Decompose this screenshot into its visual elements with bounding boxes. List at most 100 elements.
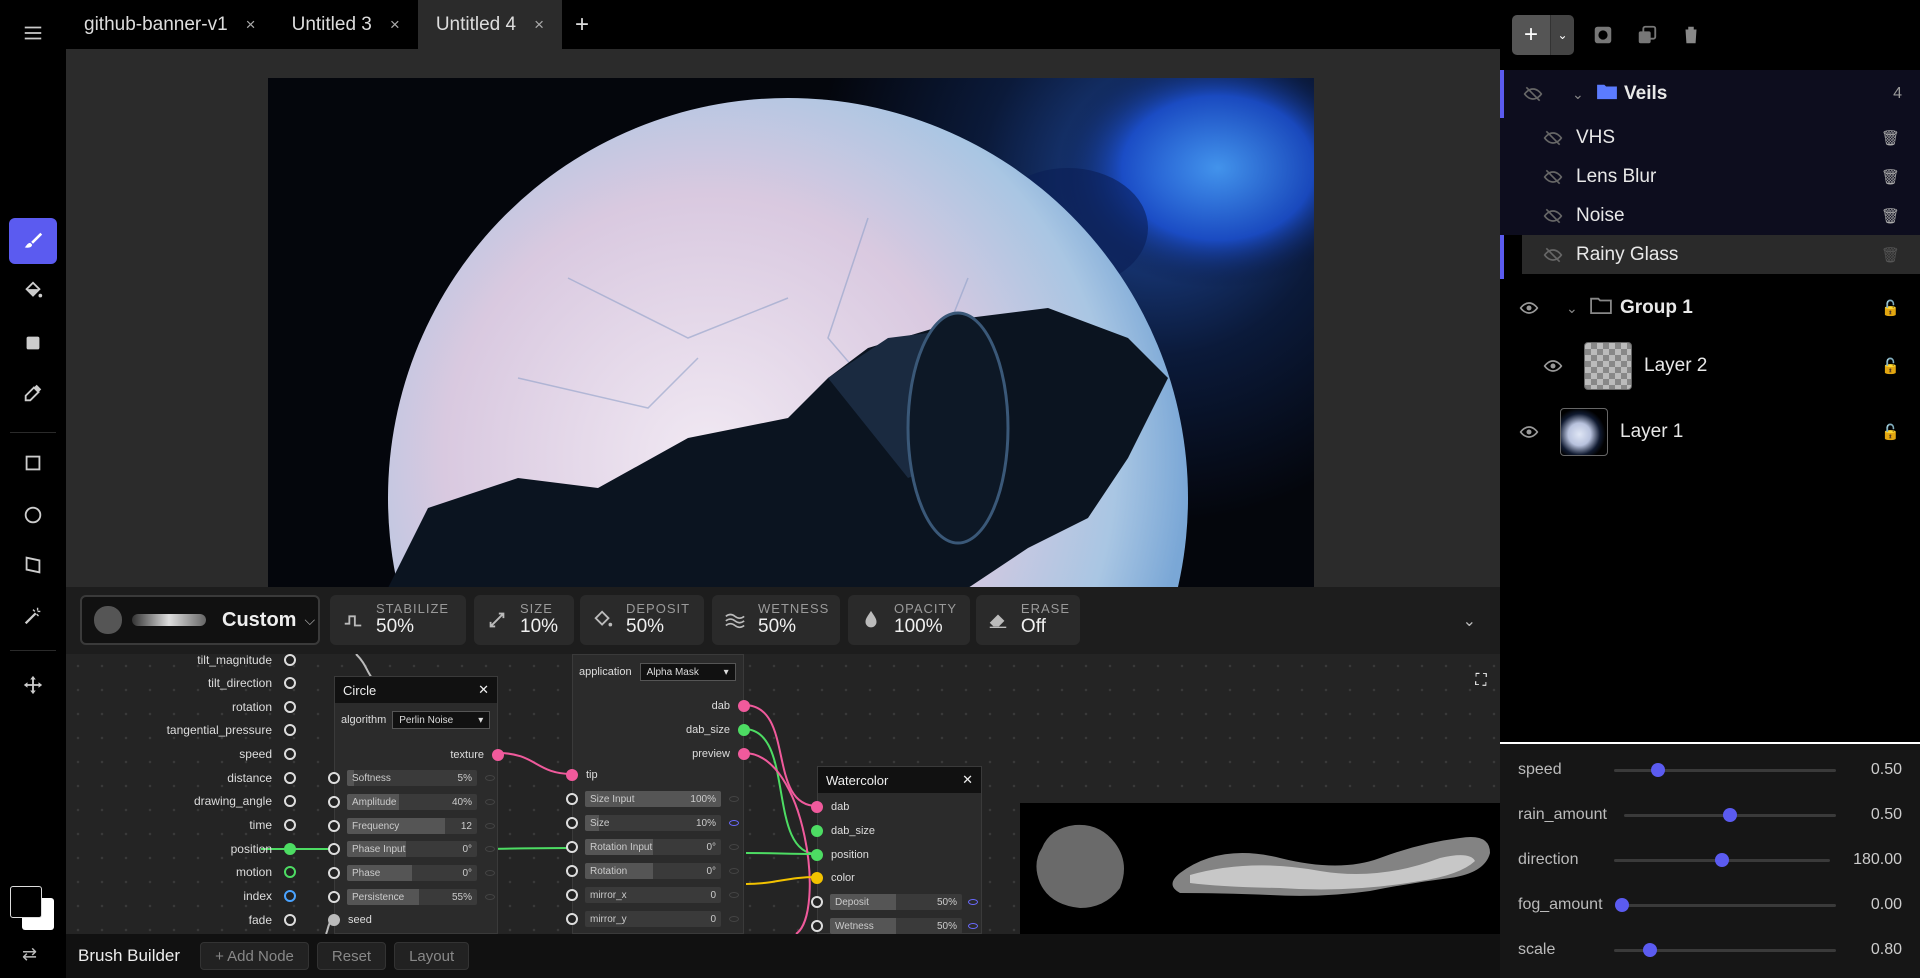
dab-input-port[interactable] xyxy=(811,801,823,813)
slider-knob[interactable] xyxy=(1615,898,1629,912)
output-port[interactable] xyxy=(284,748,296,760)
close-icon[interactable]: × xyxy=(390,15,400,35)
slider-knob[interactable] xyxy=(1723,808,1737,822)
layer-2[interactable]: Layer 2 🔓 xyxy=(1500,336,1920,396)
layer-rainy-glass[interactable]: Rainy Glass 🗑 xyxy=(1522,235,1920,274)
amplitude-field[interactable]: Amplitude 40% xyxy=(347,794,477,810)
eye-icon[interactable] xyxy=(485,846,495,852)
layer-noise[interactable]: Noise 🗑 xyxy=(1500,196,1920,235)
layer-vhs[interactable]: VHS 🗑 xyxy=(1500,118,1920,157)
add-node-button[interactable]: + Add Node xyxy=(200,942,309,970)
input-port[interactable] xyxy=(328,914,340,926)
input-port[interactable] xyxy=(328,843,340,855)
opacity-control[interactable]: OPACITY 100% xyxy=(848,595,970,645)
layout-button[interactable]: Layout xyxy=(394,942,470,970)
output-port[interactable] xyxy=(284,890,296,902)
unlock-icon[interactable]: 🔓 xyxy=(1881,357,1900,375)
fullscreen-icon[interactable]: ⛶ xyxy=(1466,666,1496,696)
close-icon[interactable]: ✕ xyxy=(962,772,973,788)
output-port[interactable] xyxy=(284,724,296,736)
eye-icon[interactable] xyxy=(485,870,495,876)
node-editor[interactable]: tilt_magnitude tilt_direction rotation t… xyxy=(66,654,1500,934)
duplicate-icon[interactable] xyxy=(1632,20,1662,50)
eye-icon[interactable] xyxy=(485,823,495,829)
new-tab-button[interactable]: + xyxy=(562,0,602,49)
menu-icon[interactable] xyxy=(9,10,57,56)
eye-off-icon[interactable] xyxy=(1542,127,1564,149)
wetness-field[interactable]: Wetness 50% xyxy=(830,918,962,934)
property-track[interactable] xyxy=(1622,904,1836,907)
move-icon[interactable] xyxy=(9,662,57,708)
input-port[interactable] xyxy=(566,841,578,853)
trash-icon[interactable]: 🗑 xyxy=(1881,129,1900,147)
softness-field[interactable]: Softness 5% xyxy=(347,770,477,786)
close-icon[interactable]: × xyxy=(246,15,256,35)
texture-output-port[interactable] xyxy=(492,749,504,761)
stabilize-control[interactable]: STABILIZE 50% xyxy=(330,595,466,645)
layer-1[interactable]: Layer 1 🔓 xyxy=(1500,402,1920,462)
trash-icon[interactable]: 🗑 xyxy=(1881,246,1900,264)
fill-bucket-icon[interactable] xyxy=(9,268,57,314)
eye-off-icon[interactable] xyxy=(1542,205,1564,227)
close-icon[interactable]: × xyxy=(534,15,544,35)
input-port[interactable] xyxy=(566,865,578,877)
eye-icon[interactable] xyxy=(729,796,739,802)
trash-icon[interactable] xyxy=(1676,20,1706,50)
output-port[interactable] xyxy=(284,677,296,689)
eye-icon[interactable] xyxy=(729,844,739,850)
deposit-field[interactable]: Deposit 50% xyxy=(830,894,962,910)
erase-control[interactable]: ERASE Off xyxy=(976,595,1080,645)
eye-off-icon[interactable] xyxy=(1542,166,1564,188)
chevron-down-icon[interactable]: ⌄ xyxy=(1463,611,1476,631)
tip-input-port[interactable] xyxy=(566,769,578,781)
chevron-down-icon[interactable]: ⌄ xyxy=(1566,300,1578,317)
size-field[interactable]: Size 10% xyxy=(585,815,721,831)
eye-icon[interactable] xyxy=(729,892,739,898)
output-port[interactable] xyxy=(284,654,296,666)
persistence-field[interactable]: Persistence 55% xyxy=(347,889,477,905)
size-input-field[interactable]: Size Input 100% xyxy=(585,791,721,807)
chevron-down-icon[interactable]: ⌄ xyxy=(1550,15,1574,55)
eye-icon[interactable] xyxy=(485,775,495,781)
brush-icon[interactable] xyxy=(9,218,57,264)
output-port[interactable] xyxy=(284,795,296,807)
close-icon[interactable]: ✕ xyxy=(478,682,489,698)
input-port[interactable] xyxy=(328,820,340,832)
circle-node[interactable]: Circle ✕ algorithm Perlin Noise ▾ texture … xyxy=(328,676,504,934)
canvas-viewport[interactable] xyxy=(66,49,1500,587)
artwork-image[interactable] xyxy=(268,78,1314,587)
wetness-control[interactable]: WETNESS 50% xyxy=(712,595,840,645)
size-control[interactable]: SIZE 10% xyxy=(474,595,574,645)
application-select[interactable]: Alpha Mask ▾ xyxy=(639,663,736,681)
rectangle-icon[interactable] xyxy=(9,440,57,486)
eye-icon[interactable] xyxy=(1518,297,1540,319)
square-fill-icon[interactable] xyxy=(9,320,57,366)
reset-button[interactable]: Reset xyxy=(316,942,387,970)
layer-group-1[interactable]: ⌄ Group 1 🔓 xyxy=(1500,284,1920,332)
eye-icon[interactable] xyxy=(729,868,739,874)
add-layer-button[interactable]: + xyxy=(1512,15,1550,55)
slider-knob[interactable] xyxy=(1642,943,1657,957)
ellipse-icon[interactable] xyxy=(9,492,57,538)
node-header[interactable]: Circle ✕ xyxy=(335,677,497,703)
tab-github-banner-v1[interactable]: github-banner-v1 × xyxy=(66,0,274,49)
input-port[interactable] xyxy=(328,796,340,808)
node-header[interactable]: Watercolor ✕ xyxy=(818,767,981,793)
output-port[interactable] xyxy=(284,914,296,926)
eye-off-icon[interactable] xyxy=(1522,83,1544,105)
frequency-field[interactable]: Frequency 12 xyxy=(347,818,477,834)
unlock-icon[interactable]: 🔓 xyxy=(1881,423,1900,441)
eye-icon[interactable] xyxy=(1518,421,1540,443)
output-port[interactable] xyxy=(284,819,296,831)
foreground-color-swatch[interactable] xyxy=(10,886,42,918)
output-port[interactable] xyxy=(284,843,296,855)
dab-output-port[interactable] xyxy=(738,700,750,712)
dab-size-output-port[interactable] xyxy=(738,724,750,736)
phase-field[interactable]: Phase 0° xyxy=(347,865,477,881)
position-input-port[interactable] xyxy=(811,849,823,861)
swap-colors-icon[interactable]: ⇄ xyxy=(22,944,37,965)
mirror-y-field[interactable]: mirror_y 0 xyxy=(585,911,721,927)
application-node[interactable]: application Alpha Mask ▾ dab dab_size pre… xyxy=(566,654,750,934)
phase-input-field[interactable]: Phase Input 0° xyxy=(347,841,477,857)
mask-icon[interactable] xyxy=(1588,20,1618,50)
